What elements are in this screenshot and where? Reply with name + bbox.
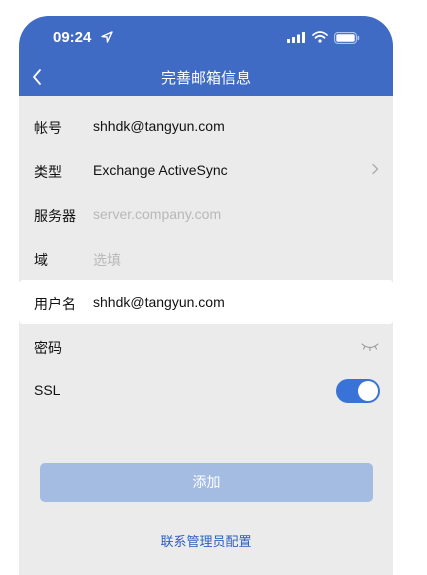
- account-field[interactable]: shhdk@tangyun.com: [93, 118, 353, 134]
- nav-bar: 完善邮箱信息: [19, 58, 393, 96]
- domain-label: 域: [34, 252, 48, 268]
- password-label: 密码: [34, 340, 62, 356]
- server-input[interactable]: server.company.com: [93, 206, 353, 222]
- ssl-label: SSL: [34, 382, 61, 398]
- type-value: Exchange ActiveSync: [93, 162, 228, 178]
- location-arrow-icon: [101, 31, 113, 43]
- username-label: 用户名: [34, 296, 76, 312]
- username-input[interactable]: shhdk@tangyun.com: [93, 294, 353, 310]
- status-time: 09:24: [53, 29, 92, 46]
- type-row[interactable]: 类型 Exchange ActiveSync: [19, 148, 393, 192]
- add-button[interactable]: 添加: [40, 463, 373, 502]
- eye-closed-icon[interactable]: [360, 342, 380, 352]
- server-row[interactable]: 服务器 server.company.com: [19, 192, 393, 236]
- email-settings-form: 帐号 shhdk@tangyun.com 类型 Exchange ActiveS…: [19, 104, 393, 412]
- username-row[interactable]: 用户名 shhdk@tangyun.com: [19, 280, 393, 324]
- battery-icon: [334, 32, 360, 44]
- type-label: 类型: [34, 164, 62, 180]
- password-row[interactable]: 密码: [19, 324, 393, 368]
- wifi-icon: [312, 31, 328, 43]
- server-label: 服务器: [34, 208, 76, 224]
- phone-screen: 09:24 完善邮箱信息 帐号 shhdk@tangyun.com 类型 Exc…: [19, 16, 393, 575]
- ssl-row: SSL: [19, 368, 393, 412]
- chevron-right-icon: [372, 163, 379, 175]
- account-label: 帐号: [34, 120, 62, 136]
- ssl-toggle[interactable]: [336, 379, 380, 403]
- status-bar: 09:24: [19, 16, 393, 58]
- page-title: 完善邮箱信息: [160, 70, 251, 87]
- contact-admin-link[interactable]: 联系管理员配置: [19, 531, 393, 550]
- signal-icon: [287, 32, 305, 43]
- ssl-toggle-knob: [358, 381, 378, 401]
- domain-row[interactable]: 域 选填: [19, 236, 393, 280]
- account-row[interactable]: 帐号 shhdk@tangyun.com: [19, 104, 393, 148]
- domain-input[interactable]: 选填: [93, 250, 353, 270]
